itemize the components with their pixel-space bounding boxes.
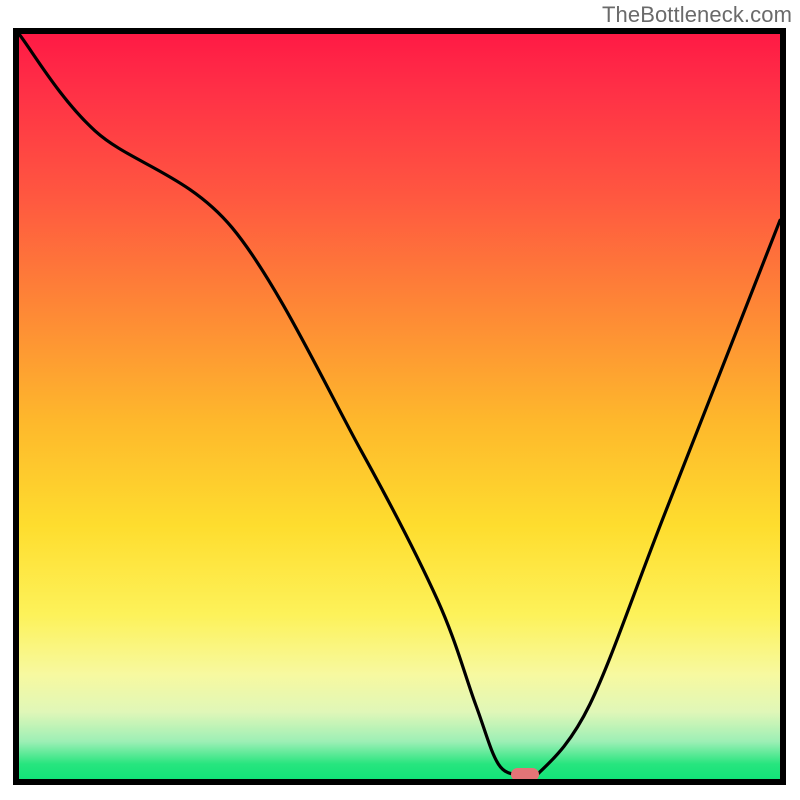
optimal-point-marker [511,768,539,781]
watermark-text: TheBottleneck.com [602,2,792,28]
plot-frame [13,28,786,785]
bottleneck-curve [19,34,780,779]
chart-container: TheBottleneck.com [0,0,800,800]
